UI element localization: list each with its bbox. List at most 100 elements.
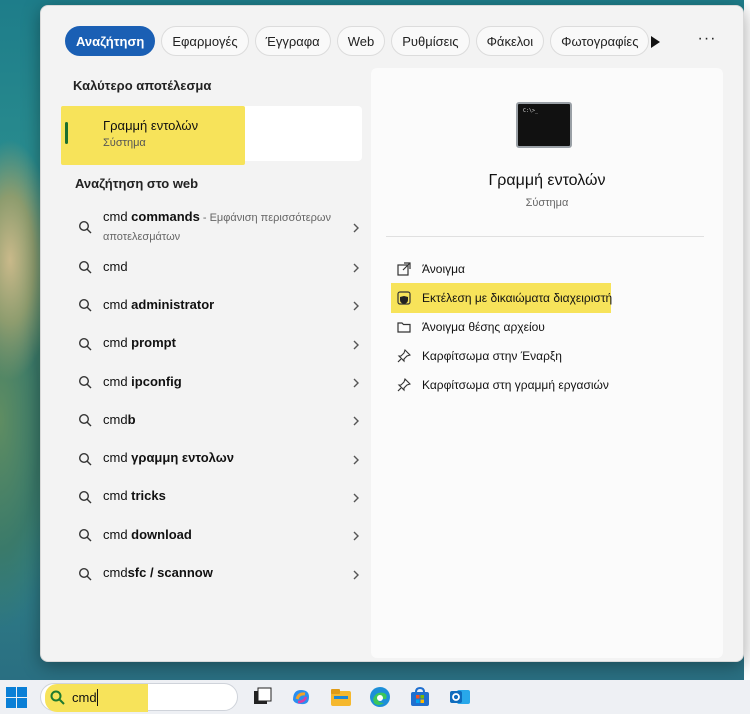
web-result-item[interactable]: cmdb <box>61 401 361 439</box>
highlight-marker <box>61 106 245 165</box>
search-icon <box>78 567 92 581</box>
chevron-right-icon <box>351 414 361 426</box>
filter-tab-1[interactable]: Εφαρμογές <box>161 26 249 56</box>
web-result-text: cmdsfc / scannow <box>103 564 331 583</box>
more-filters-arrow-button[interactable] <box>645 34 665 50</box>
web-result-text: cmd commands - Εμφάνιση περισσότερων απο… <box>103 208 331 246</box>
query-prefix: cmd <box>103 411 128 427</box>
best-match-subtitle: Σύστημα <box>103 137 146 149</box>
windows-start-icon[interactable] <box>6 687 27 708</box>
query-suggestion: ipconfig <box>131 373 182 389</box>
filter-tab-6[interactable]: Φωτογραφίες <box>550 26 650 56</box>
filter-tab-5[interactable]: Φάκελοι <box>475 26 545 56</box>
chevron-right-icon <box>351 376 361 388</box>
search-icon <box>78 528 92 542</box>
action-list: Άνοιγμα Εκτέλεση με δικαιώματα διαχειριστ… <box>391 254 713 399</box>
action-item[interactable]: Άνοιγμα θέσης αρχείου <box>393 312 713 341</box>
web-result-text: cmd download <box>103 526 331 545</box>
action-item[interactable]: Άνοιγμα <box>393 254 713 283</box>
search-icon <box>50 690 65 705</box>
web-result-text: cmd prompt <box>103 334 331 353</box>
action-item[interactable]: Καρφίτσωμα στη γραμμή εργασιών <box>393 370 713 399</box>
query-suggestion: γραμμη εντολων <box>131 450 234 466</box>
screen-edge <box>744 0 750 680</box>
web-results-list: cmd commands - Εμφάνιση περισσότερων απο… <box>61 206 361 593</box>
divider <box>386 236 704 237</box>
web-result-item[interactable]: cmd administrator <box>61 286 361 324</box>
command-prompt-icon: C:\>_ <box>516 102 572 148</box>
filter-tabs: Αναζήτηση Εφαρμογές Έγγραφα Web Ρυθμίσεις Φάκ… <box>65 26 655 56</box>
web-result-item[interactable]: cmd download <box>61 516 361 554</box>
web-result-item[interactable]: cmd <box>61 248 361 286</box>
query-prefix: cmd <box>103 565 128 581</box>
action-item[interactable]: Καρφίτσωμα στην Έναρξη <box>393 341 713 370</box>
search-panel: Αναζήτηση Εφαρμογές Έγγραφα Web Ρυθμίσεις Φάκ… <box>40 5 744 662</box>
taskbar: cmd <box>0 680 750 714</box>
task-view-icon[interactable] <box>250 685 274 709</box>
pin-icon <box>397 377 412 392</box>
web-result-text: cmd <box>103 258 331 277</box>
search-icon <box>78 452 92 466</box>
admin-shield-icon <box>397 290 411 305</box>
action-label: Άνοιγμα θέσης αρχείου <box>422 319 545 334</box>
search-icon <box>78 413 92 427</box>
detail-app-type: Σύστημα <box>525 197 569 209</box>
filter-tab-4[interactable]: Ρυθμίσεις <box>391 26 470 56</box>
web-result-item[interactable]: cmd commands - Εμφάνιση περισσότερων απο… <box>61 206 361 248</box>
web-result-item[interactable]: cmdsfc / scannow <box>61 554 361 592</box>
search-icon <box>78 375 92 389</box>
action-item[interactable]: Εκτέλεση με δικαιώματα διαχειριστή <box>391 283 713 313</box>
query-suggestion: administrator <box>131 296 215 312</box>
detail-pane: C:\>_ Γραμμή εντολών Σύστημα Άνοιγμα Εκτέ… <box>371 68 723 658</box>
action-label: Καρφίτσωμα στη γραμμή εργασιών <box>422 377 609 392</box>
chevron-right-icon <box>351 338 361 350</box>
filter-tab-2[interactable]: Έγγραφα <box>254 26 331 56</box>
chevron-right-icon <box>351 221 361 233</box>
chevron-right-icon <box>351 261 361 273</box>
web-result-text: cmd ipconfig <box>103 373 331 392</box>
filter-tab-3[interactable]: Web <box>336 26 386 56</box>
query-suggestion: prompt <box>131 335 176 351</box>
outlook-icon[interactable] <box>448 685 472 709</box>
pin-icon <box>397 348 412 363</box>
console-prompt-text: C:\>_ <box>523 108 539 114</box>
filter-tab-0[interactable]: Αναζήτηση <box>65 26 156 56</box>
web-result-item[interactable]: cmd ipconfig <box>61 363 361 401</box>
more-options-button[interactable]: ··· <box>695 30 719 50</box>
query-prefix: cmd <box>103 526 132 542</box>
web-result-item[interactable]: cmd γραμμη εντολων <box>61 439 361 477</box>
search-icon <box>78 220 92 234</box>
query-prefix: cmd <box>103 450 132 466</box>
best-match-item[interactable]: Γραμμή εντολών Σύστημα <box>61 106 362 165</box>
best-match-title: Γραμμή εντολών <box>103 118 199 133</box>
query-suggestion: tricks <box>131 488 166 504</box>
action-label: Άνοιγμα <box>422 261 465 276</box>
chevron-right-icon <box>351 529 361 541</box>
query-prefix: cmd <box>103 209 132 224</box>
chevron-right-icon <box>351 491 361 503</box>
chevron-right-icon <box>351 299 361 311</box>
detail-app-name: Γραμμή εντολών <box>488 172 606 189</box>
store-icon[interactable] <box>408 685 432 709</box>
search-icon <box>78 490 92 504</box>
query-prefix: cmd <box>103 335 132 351</box>
web-result-item[interactable]: cmd prompt <box>61 325 361 363</box>
query-prefix: cmd <box>103 296 132 312</box>
action-label: Εκτέλεση με δικαιώματα διαχειριστή <box>422 290 613 305</box>
edge-icon[interactable] <box>368 685 392 709</box>
search-icon <box>78 298 92 312</box>
best-match-heading: Καλύτερο αποτέλεσμα <box>73 78 212 93</box>
chevron-right-icon <box>351 568 361 580</box>
query-suggestion: download <box>131 526 192 542</box>
search-query-text: cmd <box>72 690 97 705</box>
web-search-heading: Αναζήτηση στο web <box>75 176 199 191</box>
file-explorer-icon[interactable] <box>329 685 353 709</box>
copilot-icon[interactable] <box>289 685 313 709</box>
query-prefix: cmd <box>103 488 132 504</box>
query-suggestion: commands <box>131 209 200 224</box>
web-result-item[interactable]: cmd tricks <box>61 478 361 516</box>
web-result-text: cmd tricks <box>103 487 331 506</box>
web-result-text: cmdb <box>103 411 331 430</box>
query-prefix: cmd <box>103 258 128 274</box>
taskbar-search-input[interactable]: cmd <box>40 683 238 712</box>
